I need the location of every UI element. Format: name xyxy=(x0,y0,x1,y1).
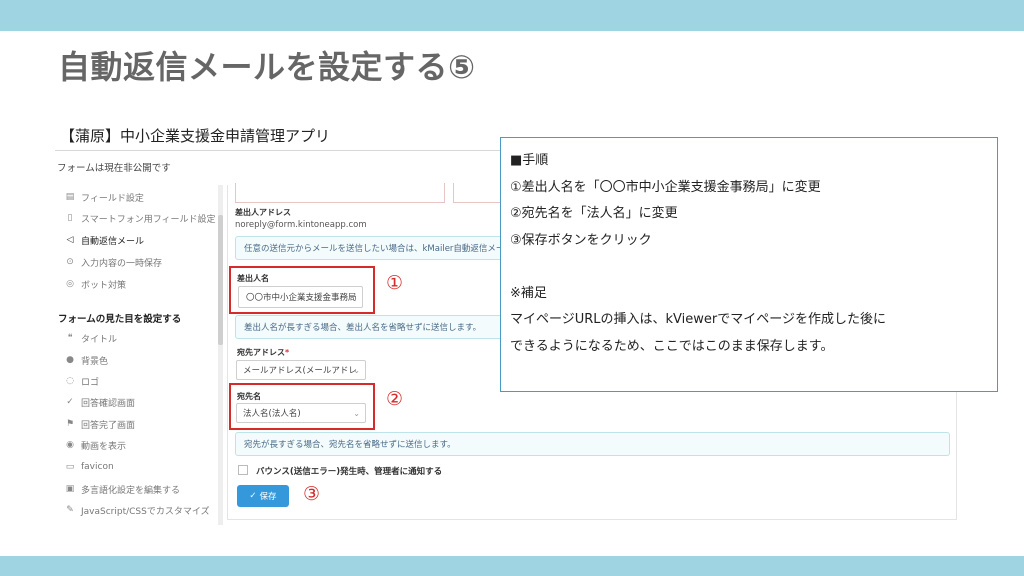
sidebar-item-label: フィールド設定 xyxy=(81,193,144,204)
sidebar-item-label: 背景色 xyxy=(81,356,109,367)
flag-icon: ⚑ xyxy=(65,419,75,429)
required-mark: * xyxy=(285,348,290,357)
save-button-label: 保存 xyxy=(259,492,277,502)
sidebar-item-label: JavaScript/CSSでカスタマイズ xyxy=(81,506,210,517)
highlight-frame-sender-name xyxy=(229,266,375,314)
color-drop-icon: ● xyxy=(66,355,74,365)
sidebar-item-label: 動画を表示 xyxy=(81,441,127,452)
bounce-notify-label: バウンス(送信エラー)発生時、管理者に通知する xyxy=(256,467,443,477)
recipient-name-info-bar: 宛先が長すぎる場合、宛先名を省略せずに送信します。 xyxy=(235,432,950,456)
note-supplement-heading: ※補足 xyxy=(510,285,547,301)
note-spacer xyxy=(510,254,997,281)
sidebar-item-title[interactable]: ❝ タイトル xyxy=(63,331,117,345)
send-icon: ◁ xyxy=(66,235,74,245)
recipient-address-select[interactable]: メールアドレス(メールアドレ ⌄ xyxy=(236,360,366,380)
sidebar-item-label: ロゴ xyxy=(81,377,100,388)
highlight-frame-recipient-name xyxy=(229,383,375,430)
note-supplement-line-1: マイページURLの挿入は、kViewerでマイページを作成した後に xyxy=(510,312,886,327)
video-icon: ◉ xyxy=(66,440,74,450)
sidebar-item-label: スマートフォン用フィールド設定 xyxy=(81,214,216,225)
step-marker-2: ② xyxy=(386,388,404,410)
recipient-name-info-text: 宛先が長すぎる場合、宛先名を省略せずに送信します。 xyxy=(244,440,456,450)
check-icon: ✓ xyxy=(249,491,257,501)
step-marker-1: ① xyxy=(386,272,404,294)
file-icon: ▤ xyxy=(65,192,75,202)
instruction-note-box: ■手順 ①差出人名を「〇〇市中小企業支援金事務局」に変更 ②宛先名を「法人名」に… xyxy=(500,137,998,392)
code-icon: ✎ xyxy=(66,505,74,515)
sidebar-item-label: 多言語化設定を編集する xyxy=(81,485,181,496)
sidebar-item-label: タイトル xyxy=(81,334,118,345)
bot-icon: ◎ xyxy=(66,279,74,289)
sidebar-item-label: 回答確認画面 xyxy=(81,398,136,409)
save-button[interactable]: ✓ 保存 xyxy=(237,485,289,507)
sidebar-item-confirm-screen[interactable]: ✓ 回答確認画面 xyxy=(63,395,135,409)
note-heading: ■手順 xyxy=(510,153,549,168)
sidebar-section-heading: フォームの見た目を設定する xyxy=(58,314,182,325)
note-step-1: ①差出人名を「〇〇市中小企業支援金事務局」に変更 xyxy=(510,179,821,195)
sidebar-item-label: favicon xyxy=(81,462,114,472)
favicon-icon: ▭ xyxy=(65,462,75,472)
note-supplement-line-2: できるようになるため、ここではこのまま保存します。 xyxy=(510,338,834,354)
top-band xyxy=(0,0,1024,31)
sidebar-item-favicon[interactable]: ▭ favicon xyxy=(63,460,114,474)
sidebar-item-js-css[interactable]: ✎ JavaScript/CSSでカスタマイズ xyxy=(63,503,210,517)
phone-icon: ▯ xyxy=(67,213,73,223)
logo-icon: ◌ xyxy=(66,376,74,386)
sidebar-item-multilang[interactable]: ▣ 多言語化設定を編集する xyxy=(63,482,180,496)
app-title: 【蒲原】中小企業支援金申請管理アプリ xyxy=(60,127,331,145)
sidebar-item-smartphone-fields[interactable]: ▯ スマートフォン用フィールド設定 xyxy=(63,211,216,225)
save-draft-icon: ⊙ xyxy=(66,257,74,267)
sidebar-scroll-thumb[interactable] xyxy=(218,215,223,345)
sidebar-item-label: 自動返信メール xyxy=(81,236,145,247)
sidebar-item-complete-screen[interactable]: ⚑ 回答完了画面 xyxy=(63,417,135,431)
note-step-2: ②宛先名を「法人名」に変更 xyxy=(510,206,678,221)
slide-title: 自動返信メールを設定する⑤ xyxy=(58,48,476,86)
step-marker-3: ③ xyxy=(303,483,321,505)
sidebar-item-label: 入力内容の一時保存 xyxy=(81,258,163,269)
sidebar-item-label: 回答完了画面 xyxy=(81,420,136,431)
check-icon: ✓ xyxy=(66,397,74,407)
note-step-3: ③保存ボタンをクリック xyxy=(510,232,652,248)
language-icon: ▣ xyxy=(65,484,75,494)
sidebar-item-temp-save[interactable]: ⊙ 入力内容の一時保存 xyxy=(63,255,162,269)
sender-name-info-text: 差出人名が長すぎる場合、差出人名を省略せずに送信します。 xyxy=(244,323,482,333)
sidebar-item-label: ボット対策 xyxy=(81,280,127,291)
recipient-address-value: メールアドレス(メールアドレ xyxy=(243,366,357,376)
sidebar-item-video[interactable]: ◉ 動画を表示 xyxy=(63,438,126,452)
sender-address-label: 差出人アドレス xyxy=(235,208,291,217)
chevron-down-icon: ⌄ xyxy=(353,366,360,375)
sidebar-item-logo[interactable]: ◌ ロゴ xyxy=(63,374,99,388)
bottom-band xyxy=(0,556,1024,576)
bounce-notify-checkbox[interactable] xyxy=(238,465,248,475)
title-icon: ❝ xyxy=(67,333,73,343)
sidebar-item-auto-reply[interactable]: ◁ 自動返信メール xyxy=(63,233,144,247)
recipient-address-label: 宛先アドレス* xyxy=(237,348,290,357)
sidebar-item-field-settings[interactable]: ▤ フィールド設定 xyxy=(63,190,144,204)
sidebar-item-bot-protection[interactable]: ◎ ボット対策 xyxy=(63,277,126,291)
form-status-text: フォームは現在非公開です xyxy=(57,163,171,174)
cut-off-input xyxy=(235,183,445,203)
sidebar-item-bg-color[interactable]: ● 背景色 xyxy=(63,353,108,367)
sender-address-value: noreply@form.kintoneapp.com xyxy=(235,220,367,230)
sender-info-text: 任意の送信元からメールを送信したい場合は、kMailer自動返信メー xyxy=(244,244,505,254)
